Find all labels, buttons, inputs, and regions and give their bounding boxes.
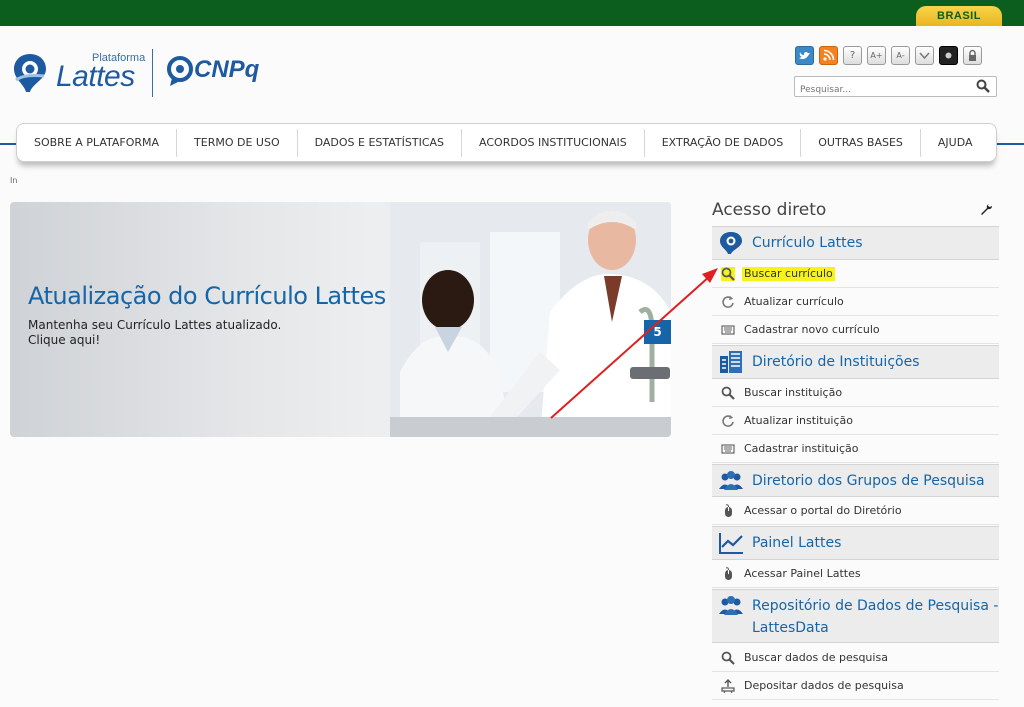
brasil-link[interactable]: BRASIL bbox=[916, 6, 1002, 26]
mouse-icon bbox=[725, 504, 732, 517]
twitter-bird-icon bbox=[799, 52, 810, 60]
section-title[interactable]: Painel Lattes bbox=[752, 532, 841, 554]
link-atualizar-instituicao[interactable]: Atualizar instituição bbox=[712, 407, 999, 435]
banner-title: Atualização do Currículo Lattes bbox=[28, 282, 386, 310]
main-nav: SOBRE A PLATAFORMA TERMO DE USO DADOS E … bbox=[16, 123, 997, 162]
section-diretorio-instituicoes[interactable]: Diretório de Instituições bbox=[712, 345, 999, 379]
wrench-icon[interactable] bbox=[980, 203, 992, 215]
section-title[interactable]: Repositório de Dados de Pesquisa - Latte… bbox=[752, 595, 998, 639]
cnpq-logo[interactable]: CNPq bbox=[166, 56, 276, 90]
search-icon bbox=[721, 267, 735, 281]
keyboard-icon bbox=[721, 325, 735, 335]
logo-lattes-text: Lattes bbox=[56, 60, 135, 93]
link-depositar-dados[interactable]: Depositar dados de pesquisa bbox=[712, 672, 999, 700]
link-acessar-diretorio[interactable]: Acessar o portal do Diretório bbox=[712, 497, 999, 525]
twitter-icon[interactable] bbox=[795, 46, 814, 65]
link-buscar-dados[interactable]: Buscar dados de pesquisa bbox=[712, 644, 999, 672]
link-label: Cadastrar novo currículo bbox=[744, 323, 880, 336]
section-title[interactable]: Diretório de Instituições bbox=[752, 351, 920, 373]
link-label: Buscar dados de pesquisa bbox=[744, 651, 888, 664]
contrast-glyph-icon bbox=[945, 52, 952, 59]
banner-photo bbox=[390, 202, 671, 437]
refresh-icon bbox=[722, 415, 734, 427]
sidebar-title: Acesso direto bbox=[712, 200, 827, 220]
sidebar-header: Acesso direto bbox=[712, 200, 998, 224]
section-title-line-1: Repositório de Dados de Pesquisa - bbox=[752, 598, 999, 614]
refresh-icon bbox=[722, 296, 734, 308]
lattes-logo[interactable]: Plataforma Lattes bbox=[10, 46, 145, 100]
section-title[interactable]: Currículo Lattes bbox=[752, 232, 863, 254]
link-label: Atualizar currículo bbox=[744, 295, 844, 308]
section-title-line-2: LattesData bbox=[752, 620, 829, 636]
group-icon bbox=[719, 471, 743, 490]
font-decrease-icon[interactable]: A- bbox=[891, 46, 910, 65]
chevron-down-icon[interactable] bbox=[915, 46, 934, 65]
lock-glyph-icon bbox=[969, 49, 976, 61]
breadcrumb[interactable]: In bbox=[10, 176, 17, 185]
link-buscar-instituicao[interactable]: Buscar instituição bbox=[712, 379, 999, 407]
nav-item-acordos[interactable]: ACORDOS INSTITUCIONAIS bbox=[462, 128, 645, 157]
banner-line-2[interactable]: Clique aqui! bbox=[28, 333, 281, 348]
banner-carousel[interactable]: Atualização do Currículo Lattes Mantenha… bbox=[10, 202, 671, 437]
contrast-icon[interactable] bbox=[939, 46, 958, 65]
lock-icon[interactable] bbox=[963, 46, 982, 65]
link-label: Buscar instituição bbox=[744, 386, 843, 399]
building-icon bbox=[720, 351, 742, 373]
link-label: Buscar currículo bbox=[742, 267, 835, 281]
nav-item-termo[interactable]: TERMO DE USO bbox=[177, 128, 298, 157]
link-label: Depositar dados de pesquisa bbox=[744, 679, 904, 692]
font-increase-icon[interactable]: A+ bbox=[867, 46, 886, 65]
gov-bar: BRASIL bbox=[0, 0, 1024, 26]
link-label: Cadastrar instituição bbox=[744, 442, 859, 455]
help-icon[interactable]: ? bbox=[843, 46, 862, 65]
lattes-logo-icon bbox=[720, 232, 742, 254]
link-atualizar-curriculo[interactable]: Atualizar currículo bbox=[712, 288, 999, 316]
banner-subtitle: Mantenha seu Currículo Lattes atualizado… bbox=[28, 318, 281, 348]
banner-line-1: Mantenha seu Currículo Lattes atualizado… bbox=[28, 318, 282, 332]
section-curriculo-lattes[interactable]: Currículo Lattes bbox=[712, 226, 999, 260]
search-icon[interactable] bbox=[976, 79, 990, 93]
nav-item-outras[interactable]: OUTRAS BASES bbox=[801, 128, 921, 157]
link-label: Acessar o portal do Diretório bbox=[744, 504, 902, 517]
link-buscar-curriculo[interactable]: Buscar currículo bbox=[712, 260, 999, 288]
rss-feed-icon bbox=[823, 49, 835, 61]
upload-icon bbox=[721, 679, 735, 693]
lattes-logo-icon bbox=[14, 54, 46, 92]
section-repositorio-dados[interactable]: Repositório de Dados de Pesquisa - Latte… bbox=[712, 589, 999, 643]
search-icon bbox=[721, 651, 735, 665]
slide-number-badge[interactable]: 5 bbox=[644, 320, 671, 344]
link-acessar-painel[interactable]: Acessar Painel Lattes bbox=[712, 560, 999, 588]
search-input[interactable] bbox=[795, 80, 965, 100]
section-title[interactable]: Diretorio dos Grupos de Pesquisa bbox=[752, 470, 985, 492]
chart-line-icon bbox=[719, 533, 743, 554]
logo-cnpq-text: CNPq bbox=[194, 56, 260, 83]
section-grupos-pesquisa[interactable]: Diretorio dos Grupos de Pesquisa bbox=[712, 464, 999, 497]
link-cadastrar-curriculo[interactable]: Cadastrar novo currículo bbox=[712, 316, 999, 344]
nav-item-sobre[interactable]: SOBRE A PLATAFORMA bbox=[17, 128, 178, 157]
chevron-glyph-icon bbox=[919, 52, 930, 60]
toolbar: ? A+ A- bbox=[795, 46, 982, 66]
nav-item-ajuda[interactable]: AJUDA bbox=[921, 129, 990, 157]
link-label: Acessar Painel Lattes bbox=[744, 567, 861, 580]
section-painel-lattes[interactable]: Painel Lattes bbox=[712, 526, 999, 560]
group-icon bbox=[719, 596, 743, 615]
mouse-icon bbox=[725, 567, 732, 580]
nav-item-extracao[interactable]: EXTRAÇÃO DE DADOS bbox=[645, 128, 802, 157]
rss-icon[interactable] bbox=[819, 46, 838, 65]
search-box bbox=[794, 76, 997, 100]
logo-divider bbox=[152, 49, 153, 97]
nav-item-dados[interactable]: DADOS E ESTATÍSTICAS bbox=[298, 128, 463, 157]
keyboard-icon bbox=[721, 444, 735, 454]
search-icon bbox=[721, 386, 735, 400]
link-cadastrar-instituicao[interactable]: Cadastrar instituição bbox=[712, 435, 999, 463]
cnpq-mark-icon bbox=[167, 56, 193, 86]
link-label: Atualizar instituição bbox=[744, 414, 853, 427]
